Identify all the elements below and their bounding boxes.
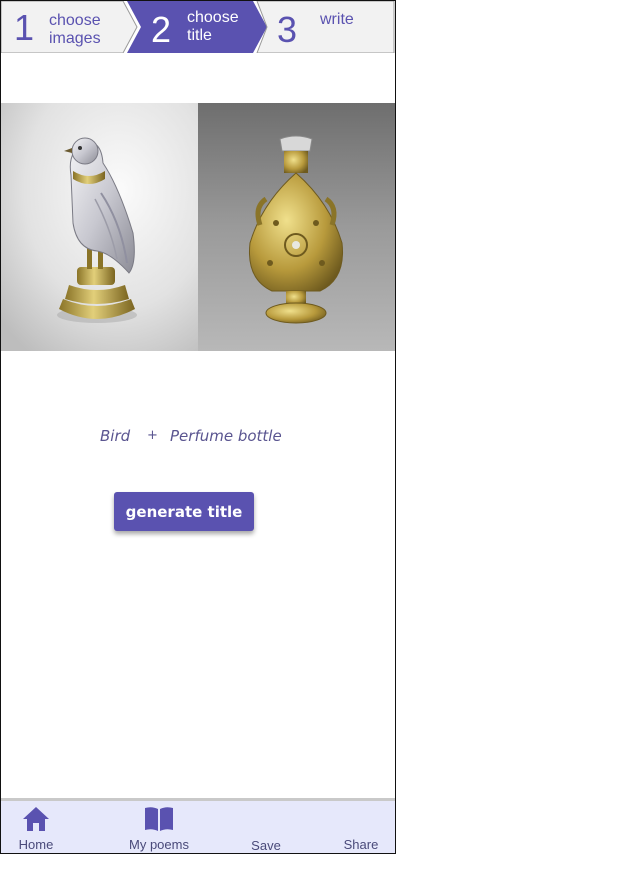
generate-title-button[interactable]: generate title	[114, 492, 254, 531]
nav-save[interactable]: Save	[241, 801, 291, 853]
step-number: 3	[277, 9, 298, 50]
step-label-line1: choose	[187, 9, 239, 26]
step-label: choose title	[187, 9, 247, 45]
second-object-name: Perfume bottle	[170, 427, 282, 445]
nav-my-poems-label: My poems	[129, 837, 189, 852]
step-label-line2: images	[49, 30, 101, 47]
step-number: 2	[151, 9, 172, 50]
plus-separator: +	[147, 428, 158, 443]
nav-share-label: Share	[343, 837, 379, 852]
home-icon	[23, 807, 49, 831]
step-write[interactable]: 3 write	[257, 1, 395, 53]
nav-home-label: Home	[18, 837, 54, 852]
nav-save-label: Save	[251, 838, 281, 853]
bird-image[interactable]	[1, 103, 198, 351]
selected-images	[1, 103, 395, 351]
open-book-icon	[145, 807, 173, 831]
step-label: write	[320, 11, 354, 28]
nav-home[interactable]: Home	[5, 801, 67, 853]
step-choose-images[interactable]: 1 choose images	[1, 1, 127, 53]
step-label: choose images	[49, 12, 119, 48]
step-choose-title[interactable]: 2 choose title	[127, 1, 257, 53]
nav-my-poems[interactable]: My poems	[119, 801, 199, 853]
first-object-name: Bird	[100, 427, 131, 445]
bottom-navigation: Home My poems Save Share	[1, 798, 395, 853]
nav-share[interactable]: Share	[334, 801, 388, 853]
step-label-line1: choose	[49, 12, 101, 29]
step-number: 1	[14, 7, 35, 48]
app-frame: 1 choose images 2 choose title 3 write B…	[0, 0, 396, 854]
progress-stepper: 1 choose images 2 choose title 3 write	[1, 1, 395, 53]
step-label-line2: title	[187, 27, 212, 44]
perfume-bottle-image[interactable]	[198, 103, 395, 351]
